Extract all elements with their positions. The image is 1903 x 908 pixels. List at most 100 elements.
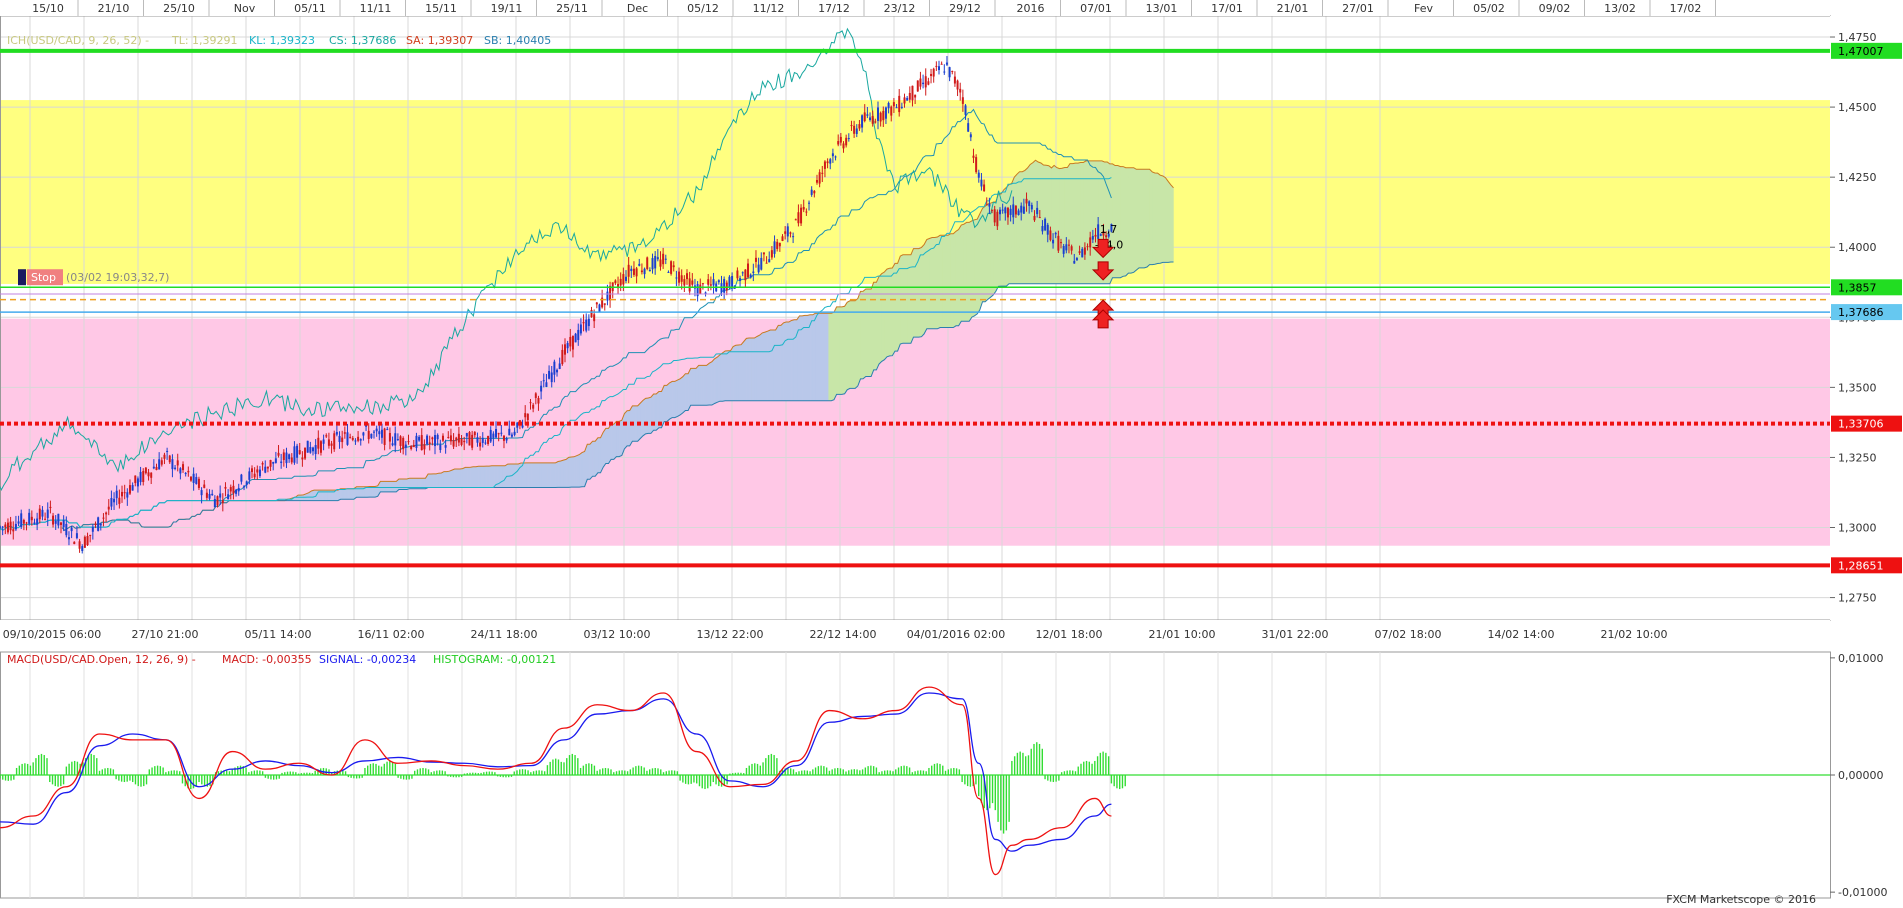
candle-body [407, 441, 410, 443]
cloud-segment [618, 419, 623, 457]
bottom-axis-label: 07/02 18:00 [1375, 628, 1442, 641]
candle-body [391, 443, 394, 446]
candle-body [792, 236, 795, 238]
candle-body [269, 460, 272, 467]
candle-body [346, 432, 349, 445]
cloud-segment [581, 451, 585, 487]
candle-body [197, 478, 200, 488]
candle-body [577, 329, 580, 341]
cloud-segment [430, 473, 434, 488]
candle-body [1089, 237, 1092, 248]
candle-body [540, 385, 543, 392]
cloud-segment [459, 468, 463, 488]
top-axis-label: 29/12 [949, 2, 981, 15]
candle-body [134, 475, 137, 484]
candle-body [354, 440, 357, 442]
cloud-segment [876, 276, 880, 370]
cloud-segment [552, 462, 556, 488]
ichimoku-legend-item: TL: 1,39291 [171, 34, 238, 47]
bottom-axis-label: 05/11 14:00 [245, 628, 312, 641]
candle-body [65, 523, 68, 536]
candle-body [845, 137, 848, 146]
cloud-segment [502, 465, 506, 488]
candle-body [373, 431, 376, 433]
candle-body [126, 492, 129, 498]
candle-body [1006, 207, 1009, 218]
candle-body [794, 219, 797, 221]
candle-body [953, 76, 956, 84]
cloud-segment [759, 332, 763, 401]
candle-body [319, 441, 322, 453]
cloud-segment [1051, 164, 1055, 284]
candle-body [686, 273, 689, 280]
cloud-segment [857, 291, 861, 387]
candle-body [659, 259, 662, 267]
candle-body [603, 303, 606, 305]
candle-body [863, 112, 866, 122]
candle-body [858, 124, 861, 129]
top-axis-label: 13/01 [1146, 2, 1178, 15]
candle-body [46, 509, 49, 518]
candle-body [760, 257, 763, 270]
candle-body [1044, 218, 1047, 231]
candle-body [492, 433, 495, 438]
cloud-segment [703, 365, 707, 406]
candle-body [115, 490, 118, 499]
candle-body [428, 442, 431, 445]
candle-body [991, 209, 994, 211]
candle-body [192, 473, 195, 483]
candle-body [993, 209, 996, 223]
candle-body [967, 123, 970, 132]
candle-body [534, 393, 537, 398]
top-axis-label: 15/11 [425, 2, 457, 15]
pink-zone [0, 318, 1830, 546]
candle-body [497, 433, 500, 435]
candle-body [731, 276, 734, 288]
candle-body [712, 279, 715, 286]
candle-body [542, 380, 545, 382]
cloud-segment [974, 218, 978, 317]
cloud-segment [961, 223, 965, 322]
top-axis-label: 05/12 [687, 2, 719, 15]
cloud-segment [849, 300, 853, 389]
cloud-segment [775, 324, 779, 401]
candle-body [826, 161, 829, 164]
candle-body [972, 155, 975, 158]
cloud-segment [714, 356, 718, 404]
cloud-segment [963, 221, 967, 322]
candle-body [306, 440, 309, 453]
cloud-segment [345, 488, 349, 500]
candle-body [41, 509, 44, 517]
cloud-segment [913, 248, 917, 338]
bottom-axis-label: 27/10 21:00 [132, 628, 199, 641]
candle-body [898, 95, 901, 113]
candle-body [980, 179, 983, 187]
cloud-segment [716, 354, 721, 403]
cloud-segment [560, 459, 564, 488]
price-tick-label: 1,4250 [1838, 171, 1877, 184]
cloud-segment [1144, 169, 1148, 269]
candle-body [49, 506, 52, 509]
candle-body [924, 76, 927, 88]
cloud-segment [605, 428, 609, 464]
candle-body [999, 209, 1002, 215]
cloud-segment [820, 312, 824, 401]
candle-body [176, 460, 179, 466]
bottom-axis-label: 21/02 10:00 [1601, 628, 1668, 641]
cloud-segment [1029, 162, 1034, 284]
candle-body [892, 102, 895, 107]
candle-body [884, 107, 887, 119]
candle-body [404, 444, 407, 448]
cloud-segment [812, 312, 816, 401]
price-tick-label: 1,4750 [1838, 31, 1877, 44]
candle-body [879, 112, 882, 122]
cloud-segment [690, 368, 694, 406]
candle-body [412, 444, 415, 448]
cloud-segment [727, 350, 731, 401]
cloud-segment [939, 235, 943, 328]
candle-body [359, 439, 362, 441]
candle-body [338, 435, 341, 442]
cloud-segment [934, 236, 938, 330]
cloud-segment [616, 421, 620, 457]
candle-body [906, 97, 909, 101]
